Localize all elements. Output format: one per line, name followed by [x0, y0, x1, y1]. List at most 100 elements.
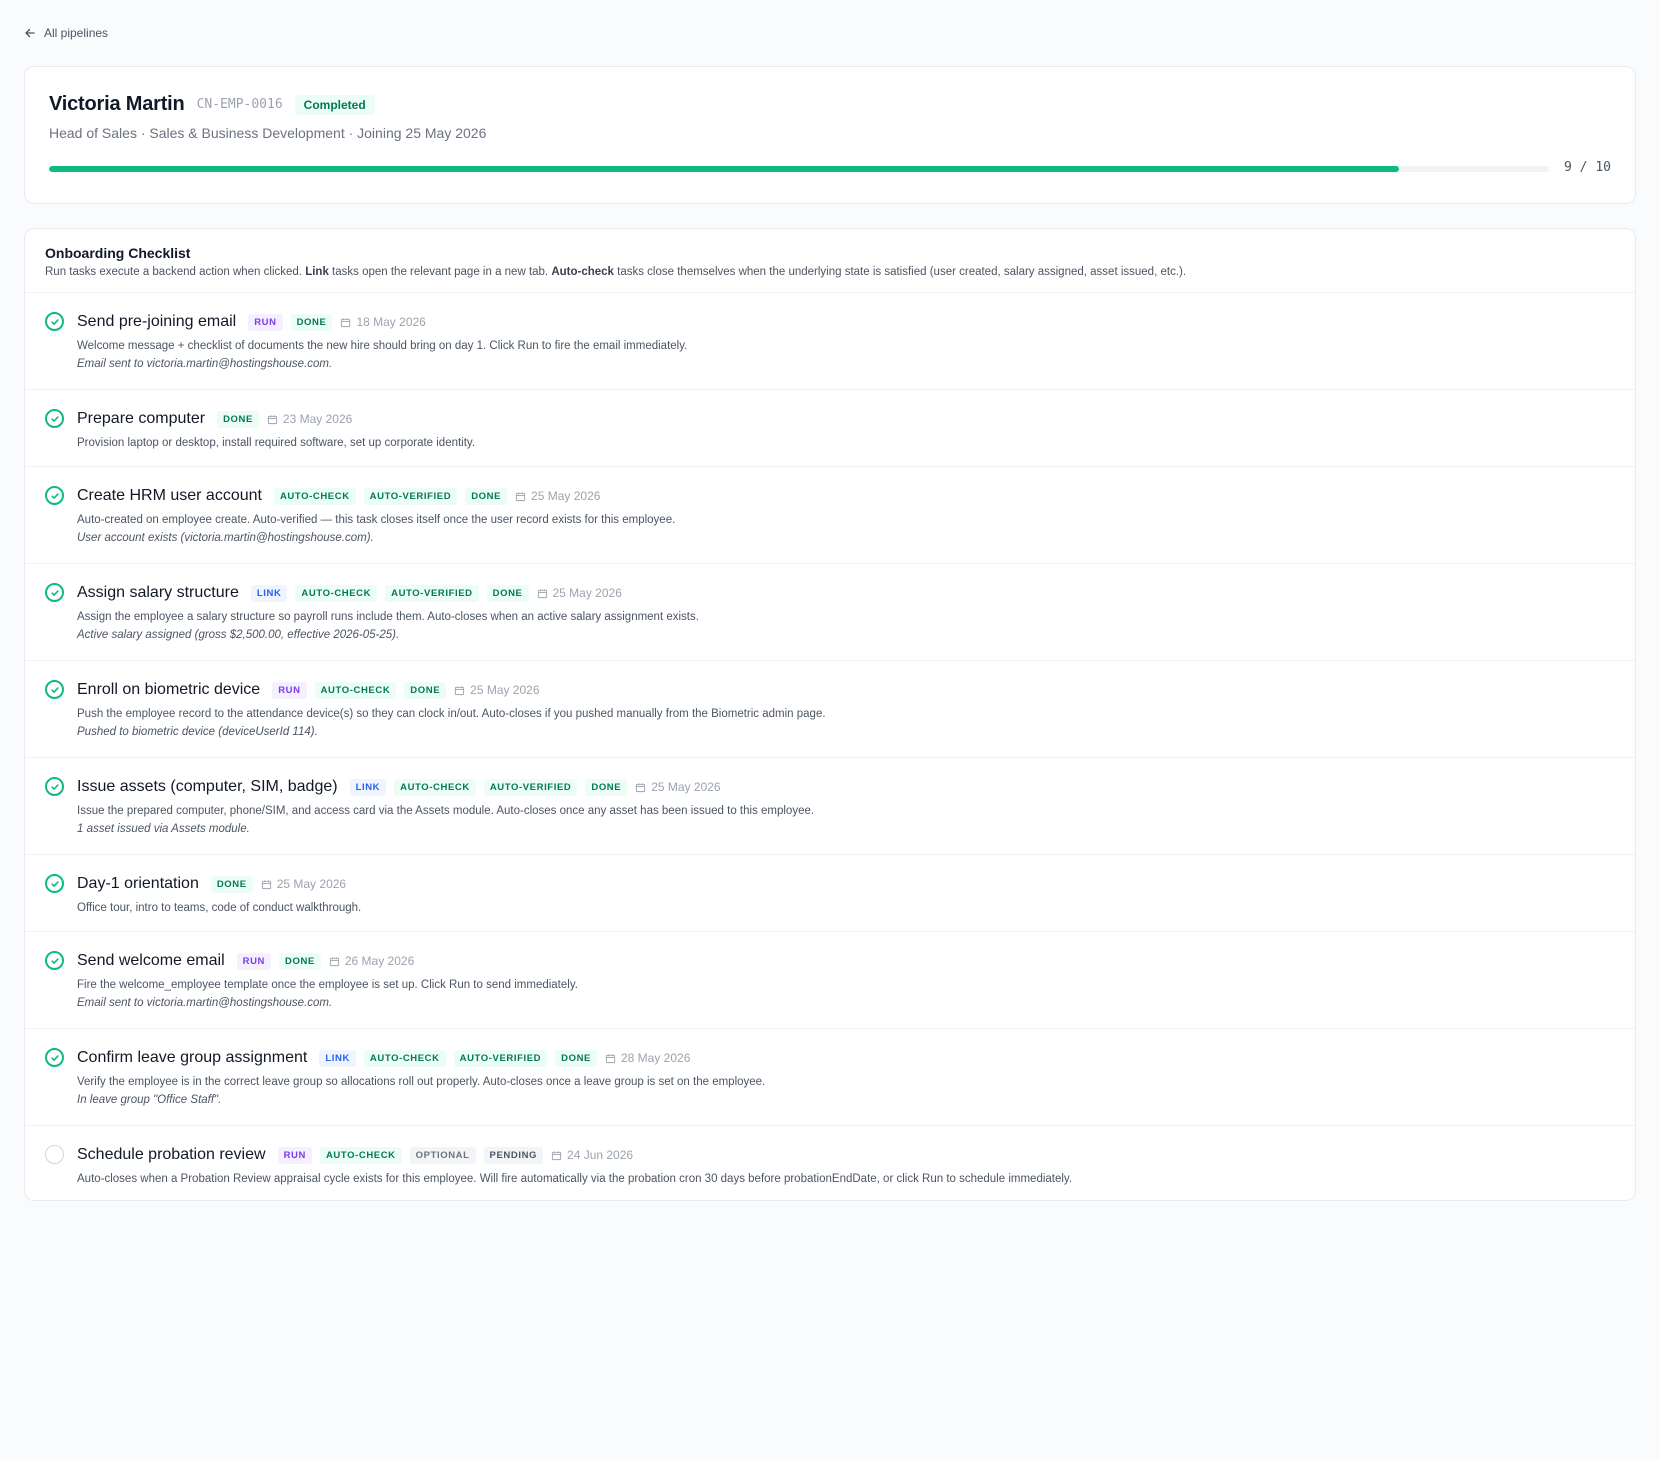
task-row: Assign salary structure LINK AUTO-CHECK AUT… [25, 564, 1635, 661]
checklist-header: Onboarding Checklist Run tasks execute a… [25, 229, 1635, 293]
task-date-text: 25 May 2026 [552, 586, 622, 600]
tag-auto: AUTO-CHECK [314, 681, 397, 699]
task-date-text: 25 May 2026 [651, 780, 721, 794]
task-description: Welcome message + checklist of documents… [77, 340, 688, 352]
task-date-text: 25 May 2026 [531, 489, 601, 503]
task-title-row: Enroll on biometric device RUN AUTO-CHECK D… [77, 679, 1615, 701]
task-body: Assign salary structure LINK AUTO-CHECK AUT… [77, 582, 1615, 660]
task-date-text: 25 May 2026 [276, 877, 347, 891]
tag-done: DONE [404, 681, 447, 699]
task-description: Provision laptop or desktop, install req… [77, 437, 476, 449]
task-title-row: Day-1 orientation DONE 25 May 2026 [77, 873, 1615, 895]
check-circle-icon[interactable] [45, 874, 64, 893]
task-title-row: Schedule probation review RUN AUTO-CHECK OP… [77, 1144, 1615, 1166]
task-body: Send welcome email RUN DONE 26 May 2026 Fire… [77, 950, 1615, 1028]
checklist-title: Onboarding Checklist [45, 245, 191, 261]
task-due-date: 25 May 2026 [261, 877, 346, 891]
task-title: Day-1 orientation [77, 875, 199, 892]
task-due-date: 25 May 2026 [537, 586, 622, 600]
back-link-label: All pipelines [44, 26, 109, 40]
task-result-note: 1 asset issued via Assets module. [77, 823, 250, 835]
task-body: Send pre-joining email RUN DONE 18 May 2026… [77, 311, 1615, 389]
employee-header-card: Victoria Martin CN-EMP-0016 Completed He… [24, 66, 1636, 204]
task-row: Send welcome email RUN DONE 26 May 2026 Fire… [25, 932, 1635, 1029]
calendar-icon [605, 1053, 616, 1064]
task-result-note: In leave group "Office Staff". [77, 1094, 222, 1106]
task-date-text: 26 May 2026 [344, 954, 415, 968]
task-row: Prepare computer DONE 23 May 2026 Provision… [25, 390, 1635, 467]
task-body: Day-1 orientation DONE 25 May 2026 Office t… [77, 873, 1615, 931]
task-title: Prepare computer [77, 410, 206, 427]
tag-pending: PENDING [483, 1146, 544, 1164]
task-due-date: 23 May 2026 [267, 412, 352, 426]
task-row: Send pre-joining email RUN DONE 18 May 2026… [25, 293, 1635, 390]
task-due-date: 28 May 2026 [605, 1051, 690, 1065]
task-row: Schedule probation review RUN AUTO-CHECK OP… [25, 1126, 1635, 1203]
task-title: Schedule probation review [77, 1146, 266, 1163]
check-circle-icon[interactable] [45, 312, 64, 331]
tag-auto: AUTO-CHECK [394, 778, 476, 796]
tag-link[interactable]: LINK [319, 1049, 356, 1067]
task-date-text: 18 May 2026 [356, 315, 426, 329]
calendar-icon [340, 317, 351, 328]
tag-run[interactable]: RUN [272, 681, 307, 699]
task-due-date: 25 May 2026 [515, 489, 600, 503]
task-title-row: Create HRM user account AUTO-CHECK AUTO-VE… [77, 485, 1615, 507]
check-circle-icon[interactable] [45, 680, 64, 699]
task-row: Day-1 orientation DONE 25 May 2026 Office t… [25, 855, 1635, 932]
calendar-icon [551, 1150, 562, 1161]
task-date-text: 23 May 2026 [282, 412, 353, 426]
intro-part-1: tasks execute a backend action when clic… [66, 266, 306, 278]
task-result-note: Email sent to victoria.martin@hostingsho… [77, 997, 333, 1009]
tag-auto: AUTO-CHECK [273, 487, 356, 505]
tag-auto: AUTO-CHECK [295, 584, 378, 602]
task-result-note: User account exists (victoria.martin@hos… [77, 532, 374, 544]
back-to-pipelines-link[interactable]: All pipelines [24, 26, 108, 40]
task-result-note: Pushed to biometric device (deviceUserId… [77, 726, 318, 738]
task-body: Prepare computer DONE 23 May 2026 Provision… [77, 408, 1615, 466]
employee-name: Victoria Martin [49, 93, 185, 115]
employee-code: CN-EMP-0016 [196, 97, 283, 112]
task-row: Confirm leave group assignment LINK AUTO-C… [25, 1029, 1635, 1126]
check-circle-icon[interactable] [45, 1048, 64, 1067]
check-circle-icon[interactable] [45, 486, 64, 505]
task-body: Issue assets (computer, SIM, badge) LINK A… [77, 776, 1615, 854]
tag-done: DONE [585, 778, 628, 796]
task-description: Verify the employee is in the correct le… [77, 1076, 766, 1088]
task-description: Assign the employee a salary structure s… [77, 611, 699, 623]
calendar-icon [261, 879, 272, 890]
task-date-text: 24 Jun 2026 [567, 1148, 634, 1162]
empty-circle-icon[interactable] [45, 1145, 64, 1164]
tag-run[interactable]: RUN [248, 313, 283, 331]
progress-bar-fill [49, 166, 1399, 172]
task-due-date: 25 May 2026 [635, 780, 721, 794]
task-date-text: 25 May 2026 [470, 683, 540, 697]
tag-done: DONE [486, 584, 529, 602]
task-due-date: 25 May 2026 [454, 683, 540, 697]
task-title: Create HRM user account [77, 487, 262, 504]
tag-run[interactable]: RUN [236, 952, 272, 970]
task-list: Send pre-joining email RUN DONE 18 May 2026… [25, 293, 1635, 1203]
task-title-row: Send welcome email RUN DONE 26 May 2026 [77, 950, 1615, 972]
tag-done: DONE [210, 875, 253, 893]
task-description: Office tour, intro to teams, code of con… [77, 902, 362, 914]
tag-link[interactable]: LINK [250, 584, 288, 602]
check-circle-icon[interactable] [45, 409, 64, 428]
tag-link[interactable]: LINK [349, 778, 387, 796]
task-result-note: Email sent to victoria.martin@hostingsho… [77, 358, 333, 370]
calendar-icon [635, 782, 646, 793]
progress-count: 9 / 10 [1564, 160, 1611, 175]
tag-run[interactable]: RUN [277, 1146, 312, 1164]
checklist-intro: Run tasks execute a backend action when … [45, 266, 1615, 278]
task-row: Enroll on biometric device RUN AUTO-CHECK D… [25, 661, 1635, 758]
calendar-icon [537, 588, 548, 599]
task-title: Confirm leave group assignment [77, 1049, 308, 1066]
task-title: Send welcome email [77, 952, 225, 969]
intro-run-word: Run [45, 266, 67, 278]
task-result-note: Active salary assigned (gross $2,500.00,… [77, 629, 400, 641]
check-circle-icon[interactable] [45, 777, 64, 796]
check-circle-icon[interactable] [45, 583, 64, 602]
check-circle-icon[interactable] [45, 951, 64, 970]
intro-auto-word: Auto-check [551, 266, 614, 278]
intro-part-2: tasks open the relevant page in a new ta… [328, 266, 552, 278]
